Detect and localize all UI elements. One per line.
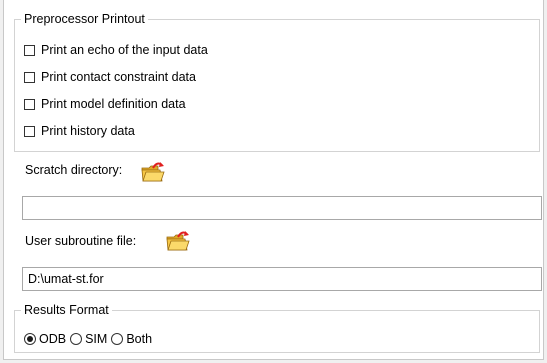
scratch-directory-browse-button[interactable] (140, 160, 166, 184)
scratch-directory-label: Scratch directory: (25, 163, 123, 177)
model-definition-option[interactable]: Print model definition data (24, 95, 186, 113)
history-data-checkbox[interactable] (24, 125, 35, 137)
both-label[interactable]: Both (126, 331, 152, 347)
user-subroutine-browse-button[interactable] (165, 229, 191, 253)
history-data-option[interactable]: Print history data (24, 122, 135, 140)
job-options-panel: Preprocessor Printout Print an echo of t… (3, 0, 544, 360)
model-definition-label: Print model definition data (41, 97, 186, 111)
user-subroutine-label: User subroutine file: (25, 234, 137, 248)
echo-input-label: Print an echo of the input data (41, 43, 208, 57)
history-data-label: Print history data (41, 124, 135, 138)
model-definition-checkbox[interactable] (24, 98, 35, 110)
both-radio[interactable] (111, 333, 124, 345)
sim-radio[interactable] (70, 333, 83, 345)
odb-label[interactable]: ODB (39, 331, 66, 347)
folder-open-icon (141, 162, 165, 182)
contact-constraint-option[interactable]: Print contact constraint data (24, 68, 196, 86)
echo-input-checkbox[interactable] (24, 44, 35, 56)
user-subroutine-field[interactable] (22, 267, 542, 291)
results-format-legend: Results Format (24, 303, 109, 317)
tab-edge (4, 0, 264, 2)
preprocessor-printout-legend: Preprocessor Printout (24, 12, 145, 26)
echo-input-option[interactable]: Print an echo of the input data (24, 41, 208, 59)
folder-open-icon (166, 231, 190, 251)
results-format-options: ODB SIM Both (24, 331, 156, 347)
contact-constraint-label: Print contact constraint data (41, 70, 196, 84)
scratch-directory-field[interactable] (22, 196, 542, 220)
contact-constraint-checkbox[interactable] (24, 71, 35, 83)
sim-label[interactable]: SIM (85, 331, 107, 347)
odb-radio[interactable] (24, 333, 36, 345)
